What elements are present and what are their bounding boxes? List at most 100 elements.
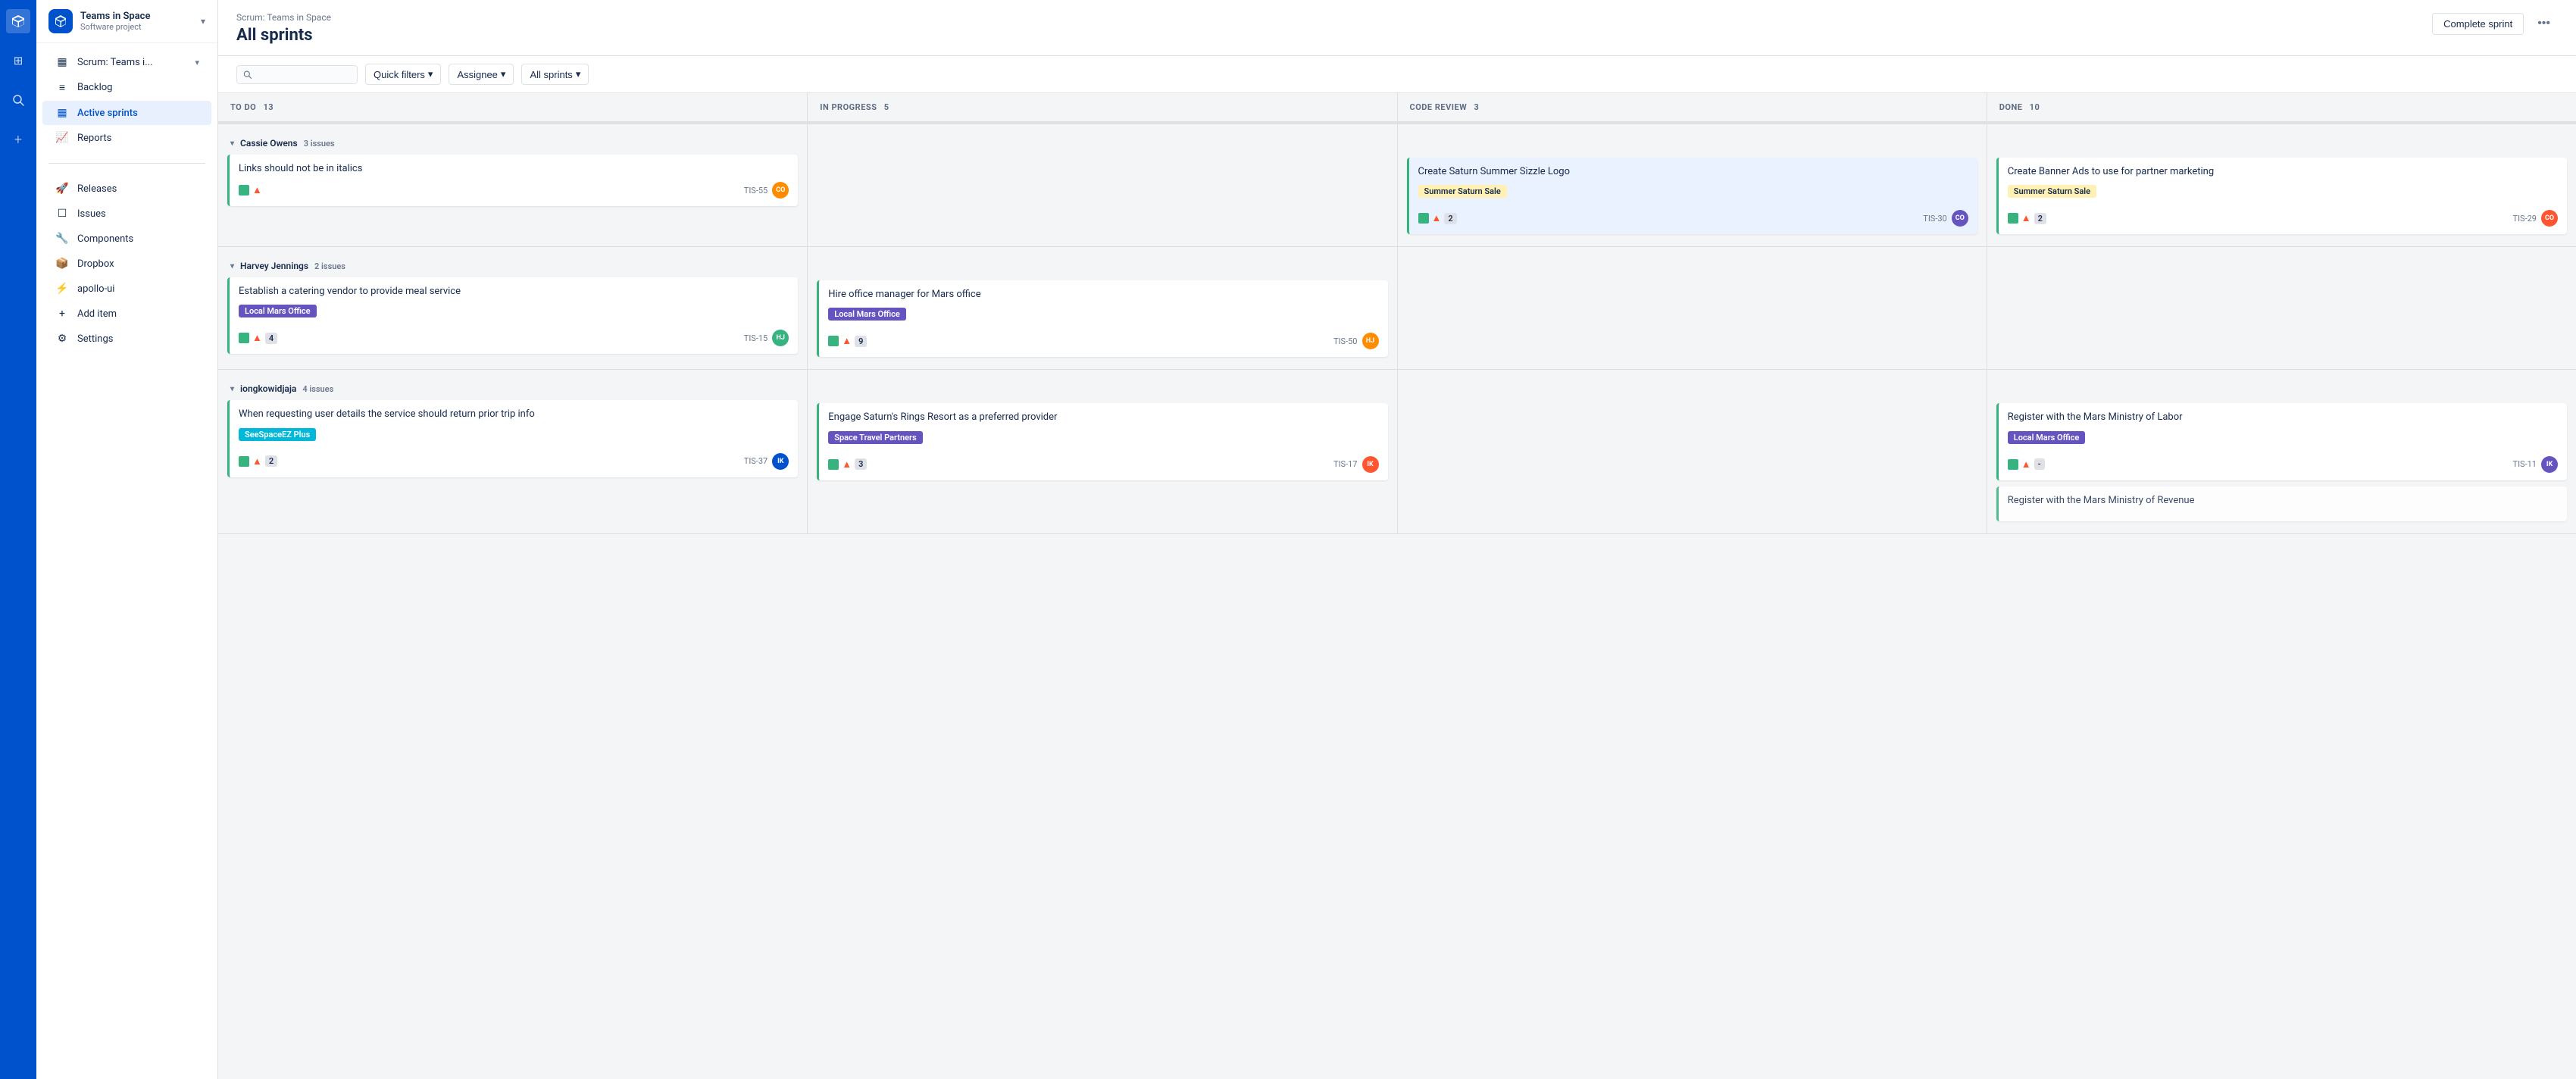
card-tis-17-meta: TIS-17 IK <box>1333 456 1379 473</box>
cassie-codereview-col: Create Saturn Summer Sizzle Logo Summer … <box>1398 124 1987 246</box>
quick-filters-button[interactable]: Quick filters ▾ <box>365 64 441 85</box>
sidebar-item-reports-label: Reports <box>77 133 111 144</box>
card-tis-50[interactable]: Hire office manager for Mars office Loca… <box>817 280 1387 357</box>
sidebar-item-components[interactable]: 🔧 Components <box>42 227 211 251</box>
card-tis-11-avatar: IK <box>2541 456 2558 473</box>
tis11-count: - <box>2034 458 2045 470</box>
card-tis-17-footer: ▲ 3 TIS-17 IK <box>828 456 1378 473</box>
sidebar-item-components-label: Components <box>77 233 133 245</box>
card-tis-50-meta: TIS-50 HJ <box>1333 333 1379 349</box>
assignee-filter-button[interactable]: Assignee ▾ <box>449 64 514 85</box>
logo-icon[interactable] <box>6 9 30 33</box>
card-tis-11-footer: ▲ - TIS-11 IK <box>2008 456 2558 473</box>
breadcrumb: Scrum: Teams in Space <box>236 12 2558 23</box>
sidebar-item-dropbox[interactable]: 📦 Dropbox <box>42 252 211 276</box>
iong-codereview-empty <box>1407 376 1977 452</box>
sidebar-item-backlog-label: Backlog <box>77 82 112 93</box>
card-tis-revenue-title: Register with the Mars Ministry of Reven… <box>2008 494 2558 508</box>
all-sprints-filter-button[interactable]: All sprints ▾ <box>521 64 589 85</box>
card-tis-15-icons: ▲ 4 <box>239 332 277 344</box>
tis37-story-icon <box>239 456 249 467</box>
harvey-chevron-icon: ▾ <box>230 262 234 271</box>
tis37-priority-icon: ▲ <box>252 455 262 468</box>
sidebar-item-active-sprints-label: Active sprints <box>77 108 138 119</box>
harvey-todo-col: ▾ Harvey Jennings 2 issues Establish a c… <box>218 247 808 369</box>
harvey-swimlane-header[interactable]: ▾ Harvey Jennings 2 issues <box>227 253 798 277</box>
tis50-story-icon <box>828 336 839 346</box>
icon-bar: ⊞ + <box>0 0 36 1079</box>
sidebar-item-backlog[interactable]: ≡ Backlog <box>42 75 211 100</box>
tis11-priority-icon: ▲ <box>2021 458 2031 471</box>
card-tis-15-meta: TIS-15 HJ <box>744 330 789 346</box>
scrum-chevron-icon: ▾ <box>195 58 199 67</box>
card-tis-17-icons: ▲ 3 <box>828 458 867 471</box>
iong-swimlane-header[interactable]: ▾ iongkowidjaja 4 issues <box>227 376 798 400</box>
sidebar-item-add[interactable]: + Add item <box>42 302 211 326</box>
card-tis-55[interactable]: Links should not be in italics ▲ TIS-55 … <box>227 155 798 206</box>
card-tis-37-tag: SeeSpaceEZ Plus <box>239 428 316 441</box>
project-subtitle: Software project <box>80 22 193 32</box>
harvey-codereview-col <box>1398 247 1987 369</box>
sidebar-item-apollo-ui[interactable]: ⚡ apollo-ui <box>42 277 211 301</box>
cassie-name: Cassie Owens <box>240 138 298 149</box>
sidebar-item-issues[interactable]: ☐ Issues <box>42 202 211 226</box>
iong-done-col: Register with the Mars Ministry of Labor… <box>1987 370 2576 533</box>
tis15-story-icon <box>239 333 249 343</box>
complete-sprint-button[interactable]: Complete sprint <box>2432 13 2524 35</box>
harvey-done-empty <box>1996 253 2567 329</box>
project-title-block: Teams in Space Software project <box>80 11 193 32</box>
card-tis-17[interactable]: Engage Saturn's Rings Resort as a prefer… <box>817 403 1387 480</box>
assignee-chevron-icon: ▾ <box>501 68 506 80</box>
search-box[interactable] <box>236 65 358 84</box>
sidebar-chevron-icon[interactable]: ▾ <box>201 16 205 27</box>
sidebar-item-reports[interactable]: 📈 Reports <box>42 126 211 150</box>
card-tis-50-icons: ▲ 9 <box>828 335 867 347</box>
cassie-inprogress-col <box>808 124 1397 246</box>
tis30-count: 2 <box>1444 213 1456 224</box>
card-tis-15[interactable]: Establish a catering vendor to provide m… <box>227 277 798 354</box>
header-actions: Complete sprint ••• <box>2432 12 2558 35</box>
card-tis-revenue[interactable]: Register with the Mars Ministry of Reven… <box>1996 486 2567 521</box>
card-tis-30-icons: ▲ 2 <box>1418 212 1457 224</box>
card-tis-11-id: TIS-11 <box>2513 459 2537 469</box>
tis29-priority-icon: ▲ <box>2021 212 2031 224</box>
card-tis-55-avatar: CO <box>772 182 789 199</box>
cassie-chevron-icon: ▾ <box>230 139 234 148</box>
column-header-codereview: CODE REVIEW 3 <box>1398 93 1987 123</box>
sidebar-item-issues-label: Issues <box>77 208 106 220</box>
sidebar-bottom-nav: 🚀 Releases ☐ Issues 🔧 Components 📦 Dropb… <box>36 170 217 358</box>
add-icon[interactable]: + <box>6 127 30 152</box>
sidebar-item-scrum-label: Scrum: Teams i... <box>77 57 153 68</box>
add-item-icon: + <box>55 308 70 320</box>
card-tis-30-tag: Summer Saturn Sale <box>1418 185 1507 198</box>
tis37-count: 2 <box>265 455 277 467</box>
card-tis-55-footer: ▲ TIS-55 CO <box>239 182 789 199</box>
card-tis-15-avatar: HJ <box>772 330 789 346</box>
sidebar-item-settings[interactable]: ⚙ Settings <box>42 327 211 351</box>
tis17-story-icon <box>828 459 839 470</box>
sidebar-item-releases[interactable]: 🚀 Releases <box>42 177 211 201</box>
sidebar-item-scrum[interactable]: ▦ Scrum: Teams i... ▾ <box>42 50 211 74</box>
cassie-swimlane-header[interactable]: ▾ Cassie Owens 3 issues <box>227 130 798 155</box>
home-icon[interactable]: ⊞ <box>6 48 30 73</box>
search-input[interactable] <box>256 69 351 80</box>
card-tis-37[interactable]: When requesting user details the service… <box>227 400 798 477</box>
card-tis-11[interactable]: Register with the Mars Ministry of Labor… <box>1996 403 2567 480</box>
settings-icon: ⚙ <box>55 333 70 345</box>
card-tis-17-avatar: IK <box>1362 456 1379 473</box>
card-tis-29-id: TIS-29 <box>2513 214 2537 224</box>
sidebar-item-active-sprints[interactable]: ▦ Active sprints <box>42 101 211 125</box>
harvey-codereview-empty <box>1407 253 1977 329</box>
tis15-count: 4 <box>265 333 277 344</box>
search-icon[interactable] <box>6 88 30 112</box>
card-tis-55-meta: TIS-55 CO <box>744 182 789 199</box>
card-tis-29[interactable]: Create Banner Ads to use for partner mar… <box>1996 158 2567 234</box>
card-tis-30[interactable]: Create Saturn Summer Sizzle Logo Summer … <box>1407 158 1977 234</box>
sidebar-project-header[interactable]: Teams in Space Software project ▾ <box>36 0 217 43</box>
card-tis-11-icons: ▲ - <box>2008 458 2045 471</box>
scrum-icon: ▦ <box>55 56 70 68</box>
card-tis-17-tag: Space Travel Partners <box>828 431 922 444</box>
harvey-done-col <box>1987 247 2576 369</box>
swimlane-harvey: ▾ Harvey Jennings 2 issues Establish a c… <box>218 247 2576 370</box>
more-options-button[interactable]: ••• <box>2530 12 2558 35</box>
